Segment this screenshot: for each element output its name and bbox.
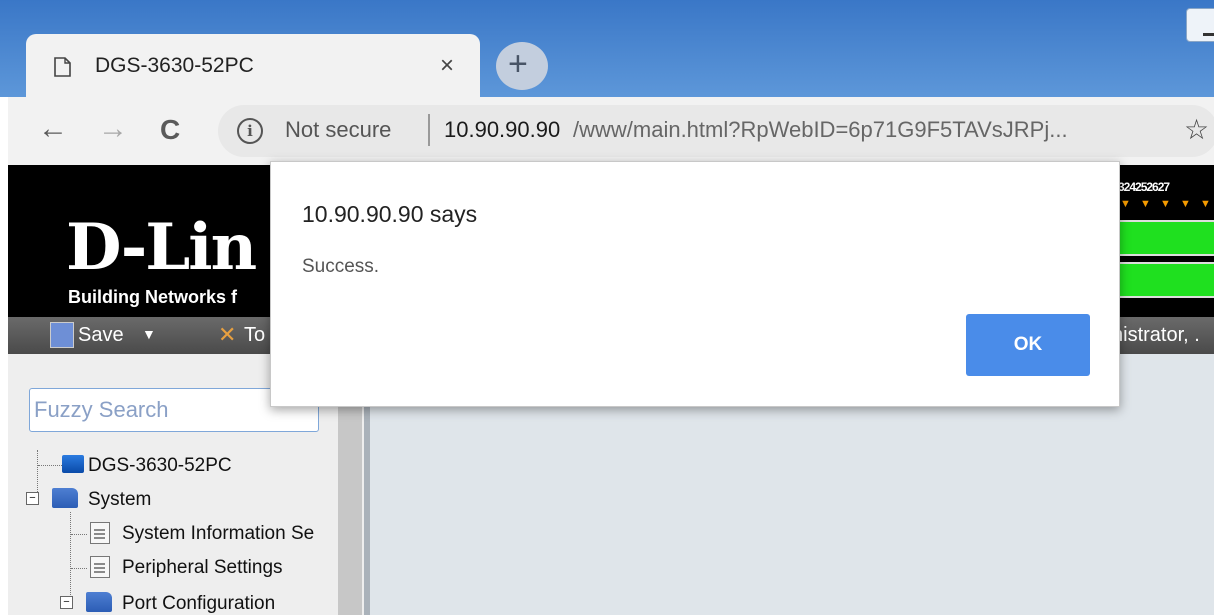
page-icon: [90, 522, 110, 544]
document-icon: [54, 57, 71, 77]
folder-open-icon: [86, 592, 112, 612]
url-host[interactable]: 10.90.90.90: [444, 117, 560, 143]
ok-button[interactable]: OK: [966, 314, 1090, 376]
collapse-icon[interactable]: −: [60, 596, 73, 609]
url-path[interactable]: /www/main.html?RpWebID=6p71G9F5TAVsJRPj.…: [573, 117, 1068, 143]
port-row-top: [1118, 220, 1214, 256]
tree-line: [71, 568, 87, 569]
url-separator: [428, 114, 430, 146]
back-button[interactable]: ←: [38, 112, 68, 146]
tree-item-port-config[interactable]: Port Configuration: [122, 593, 275, 615]
tree-item-system-info[interactable]: System Information Se: [122, 523, 314, 545]
tree-item-device[interactable]: DGS-3630-52PC: [88, 455, 232, 477]
star-icon[interactable]: ☆: [1184, 113, 1209, 146]
tree-item-peripheral[interactable]: Peripheral Settings: [122, 557, 283, 579]
tree-line: [38, 465, 62, 466]
tab-close-icon[interactable]: ×: [440, 52, 454, 80]
new-tab-button[interactable]: +: [496, 42, 548, 90]
info-icon[interactable]: i: [237, 118, 263, 144]
tree-item-system[interactable]: System: [88, 489, 151, 511]
tools-icon[interactable]: ✕: [218, 322, 236, 348]
save-menu[interactable]: Save: [78, 324, 124, 347]
port-row-bottom: [1118, 262, 1214, 298]
page-icon: [90, 556, 110, 578]
tree-line: [70, 512, 71, 607]
folder-open-icon: [52, 488, 78, 508]
reload-button[interactable]: C: [160, 114, 180, 146]
tools-menu[interactable]: To: [244, 324, 265, 347]
chevron-down-icon[interactable]: ▼: [142, 326, 156, 342]
minimize-icon: [1203, 33, 1214, 36]
user-menu[interactable]: nistrator, .: [1112, 324, 1200, 347]
port-indicator-icon: ▼: [1120, 198, 1131, 210]
tree-line: [71, 534, 87, 535]
forward-button[interactable]: →: [98, 112, 128, 146]
tab-title: DGS-3630-52PC: [95, 54, 254, 77]
floppy-disk-icon[interactable]: [50, 322, 74, 348]
port-indicator-icon: ▼: [1180, 198, 1191, 210]
dlink-logo: D-Lin: [66, 210, 257, 285]
dialog-message: Success.: [302, 256, 380, 277]
port-indicator-icon: ▼: [1200, 198, 1211, 210]
switch-port-panel[interactable]: 324252627 ▼ ▼ ▼ ▼ ▼: [1118, 178, 1214, 300]
dialog-title: 10.90.90.90 says: [302, 201, 478, 227]
minimize-button[interactable]: [1186, 8, 1214, 42]
security-label[interactable]: Not secure: [285, 117, 391, 143]
port-indicator-icon: ▼: [1140, 198, 1151, 210]
dlink-tagline: Building Networks f: [68, 287, 238, 307]
port-numbers: 324252627: [1118, 180, 1170, 194]
switch-device-icon: [62, 455, 84, 473]
plus-icon: +: [508, 45, 528, 83]
port-indicator-icon: ▼: [1160, 198, 1171, 210]
collapse-icon[interactable]: −: [26, 492, 39, 505]
